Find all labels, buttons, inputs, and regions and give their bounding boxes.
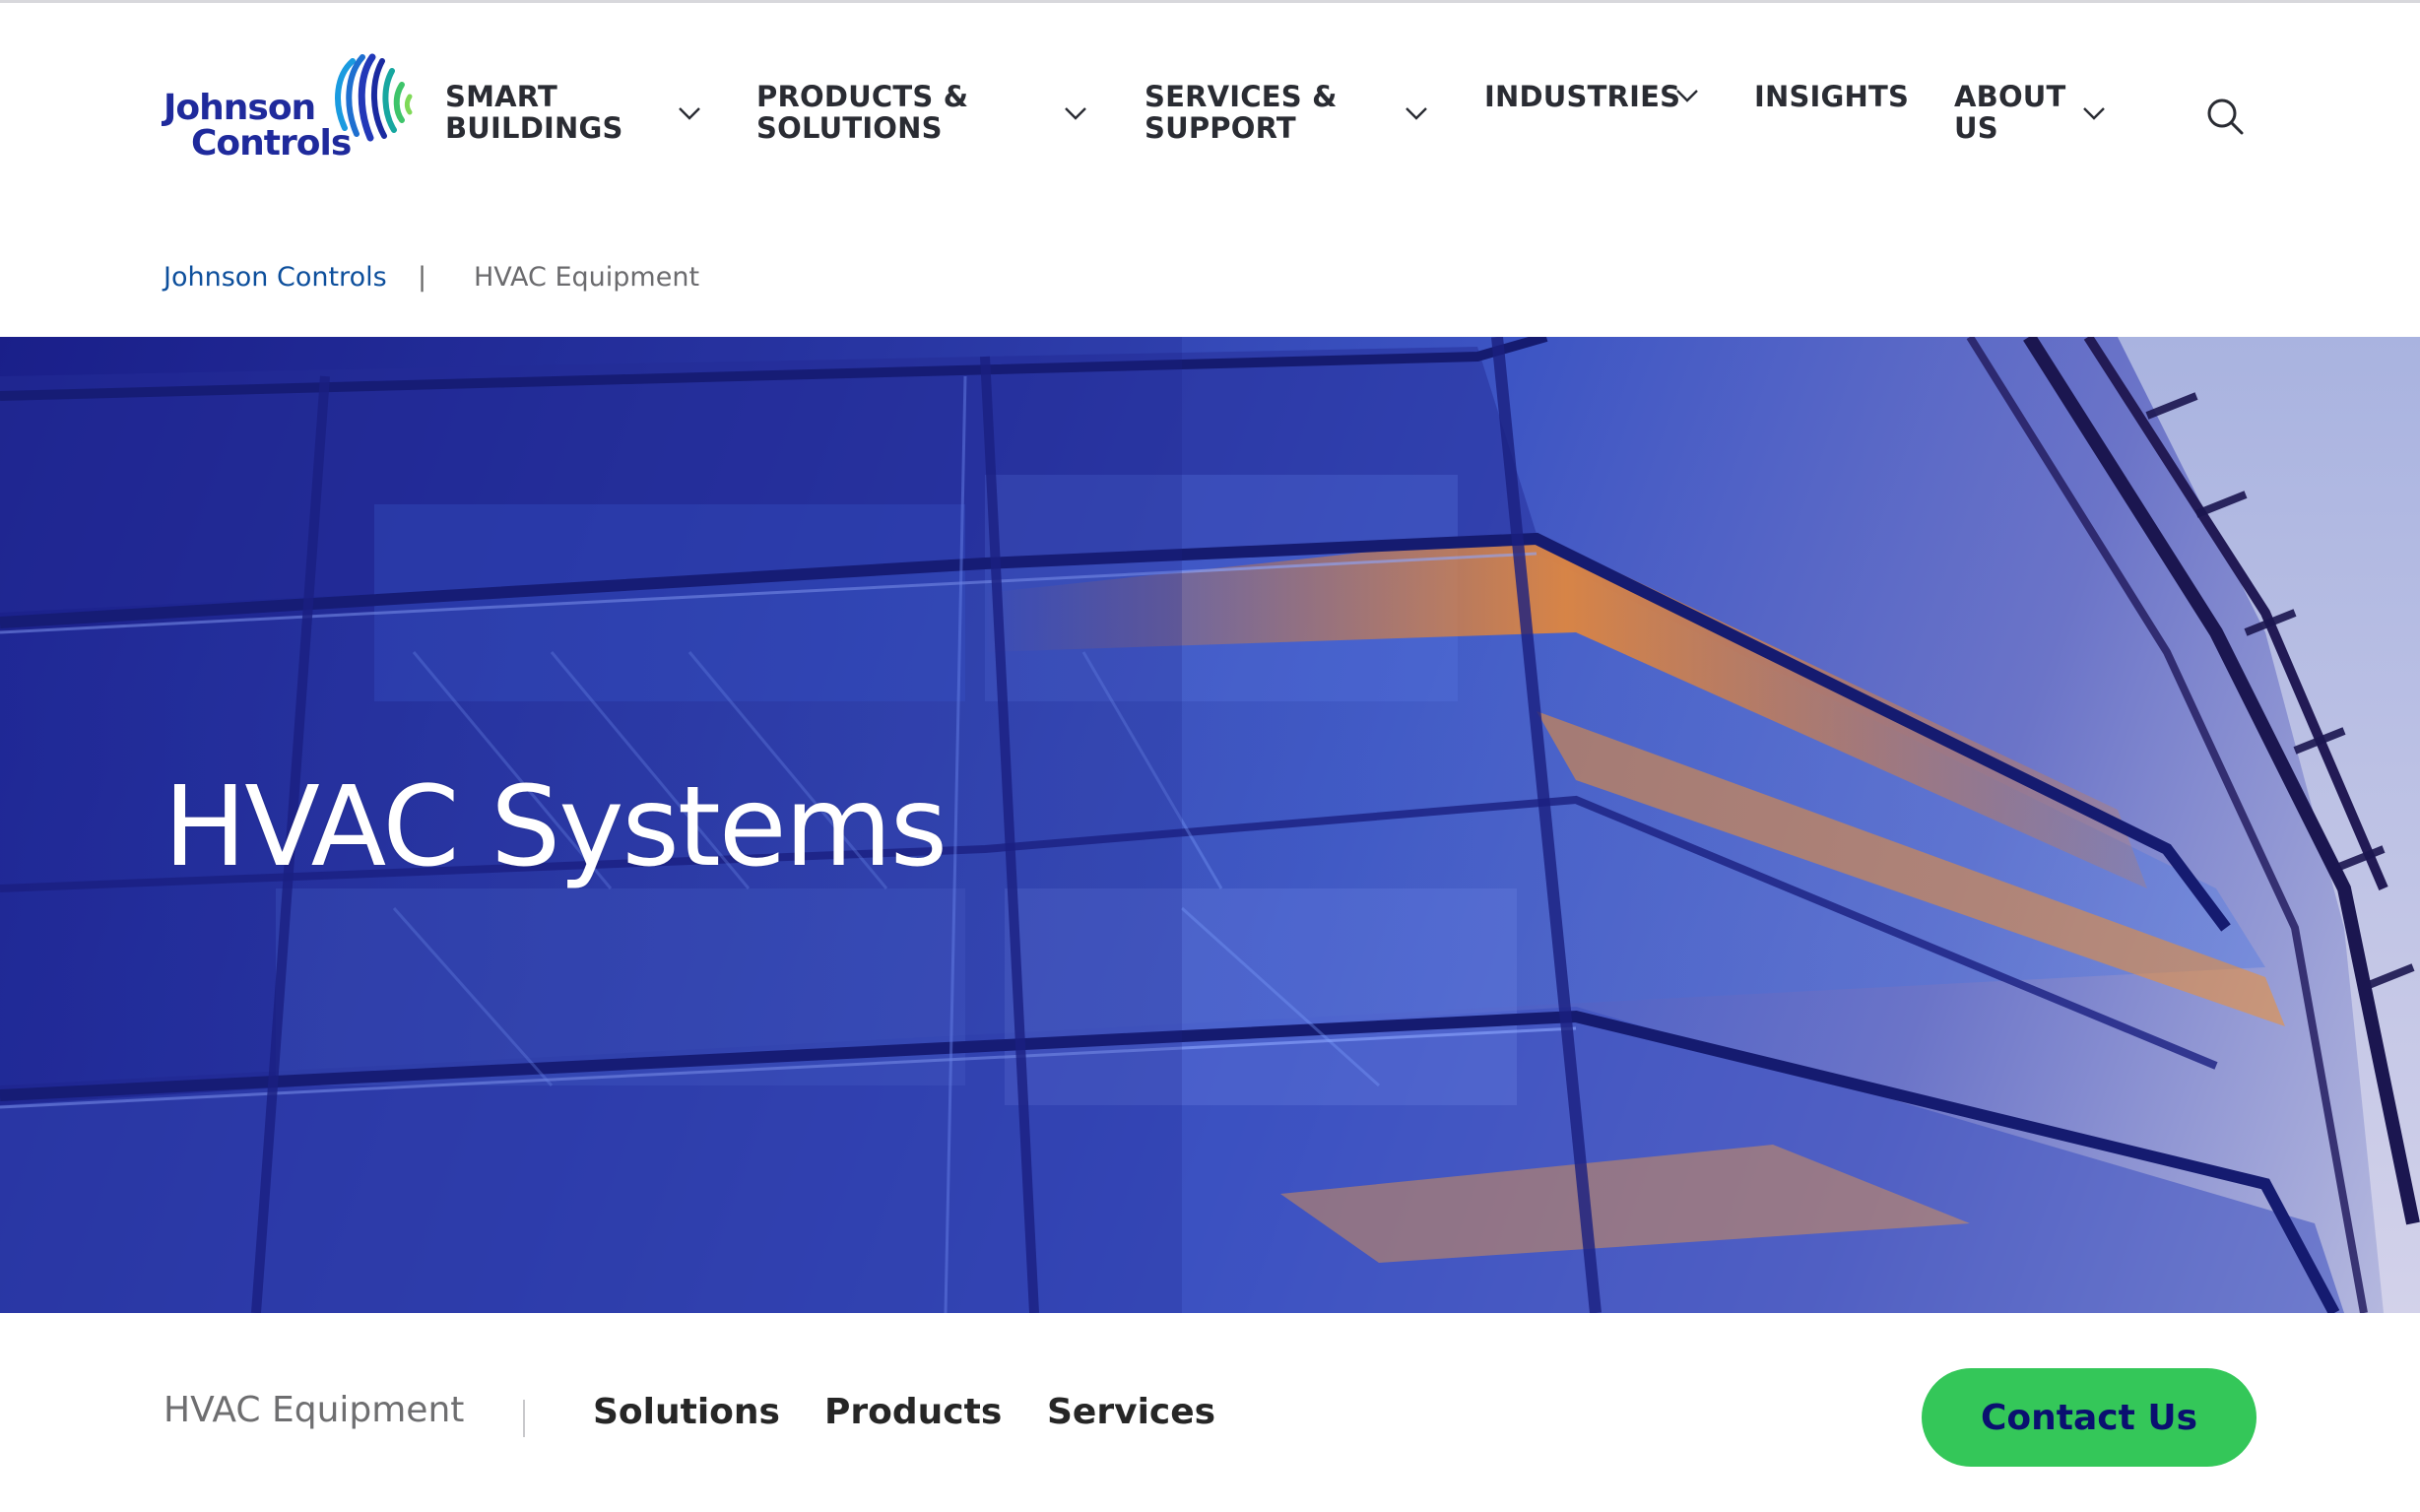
nav-industries[interactable]: INDUSTRIES (1484, 80, 1698, 113)
nav-smart-buildings[interactable]: SMART BUILDINGS (445, 80, 700, 145)
search-icon (2207, 99, 2244, 135)
nav-services-support[interactable]: SERVICES & SUPPORT (1145, 80, 1427, 145)
johnson-controls-globe-icon (335, 53, 413, 142)
nav-label: SMART (445, 80, 557, 113)
nav-label: INSIGHTS (1754, 80, 1910, 113)
chevron-down-icon (1406, 107, 1427, 120)
nav-label: US (1954, 111, 1998, 145)
nav-label: SUPPORT (1145, 111, 1296, 145)
nav-label: SERVICES & (1145, 80, 1338, 113)
subnav-title: HVAC Equipment (164, 1390, 465, 1430)
nav-label: SOLUTIONS (756, 111, 943, 145)
subnav-link-products[interactable]: Products (824, 1392, 1002, 1432)
nav-label: PRODUCTS & (756, 80, 969, 113)
subnav-link-services[interactable]: Services (1047, 1392, 1215, 1432)
chevron-down-icon (679, 107, 700, 120)
nav-label: BUILDINGS (445, 111, 623, 145)
hero-banner: HVAC Systems (0, 337, 2420, 1313)
browser-top-border (0, 0, 2420, 3)
nav-label: ABOUT (1954, 80, 2066, 113)
chevron-down-icon (2083, 107, 2105, 120)
nav-label: INDUSTRIES (1484, 80, 1681, 113)
nav-about-us[interactable]: ABOUT US (1954, 80, 2105, 145)
breadcrumb-separator: | (418, 262, 427, 293)
search-button[interactable] (2204, 96, 2248, 139)
breadcrumb-home-link[interactable]: Johnson Controls (164, 258, 387, 297)
chevron-down-icon (1065, 107, 1086, 120)
subnav-divider (523, 1400, 525, 1437)
subnav-link-solutions[interactable]: Solutions (593, 1392, 780, 1432)
johnson-controls-logo[interactable]: Johnson Controls (164, 53, 413, 169)
nav-insights[interactable]: INSIGHTS (1754, 81, 1909, 112)
chevron-down-icon (1676, 90, 1698, 102)
breadcrumb-current: HVAC Equipment (474, 262, 700, 293)
contact-us-button[interactable]: Contact Us (1922, 1368, 2256, 1467)
hero-title: HVAC Systems (164, 763, 948, 891)
nav-products-solutions[interactable]: PRODUCTS & SOLUTIONS (756, 80, 1086, 145)
section-subnav: HVAC Equipment Solutions Products Servic… (0, 1313, 2420, 1512)
